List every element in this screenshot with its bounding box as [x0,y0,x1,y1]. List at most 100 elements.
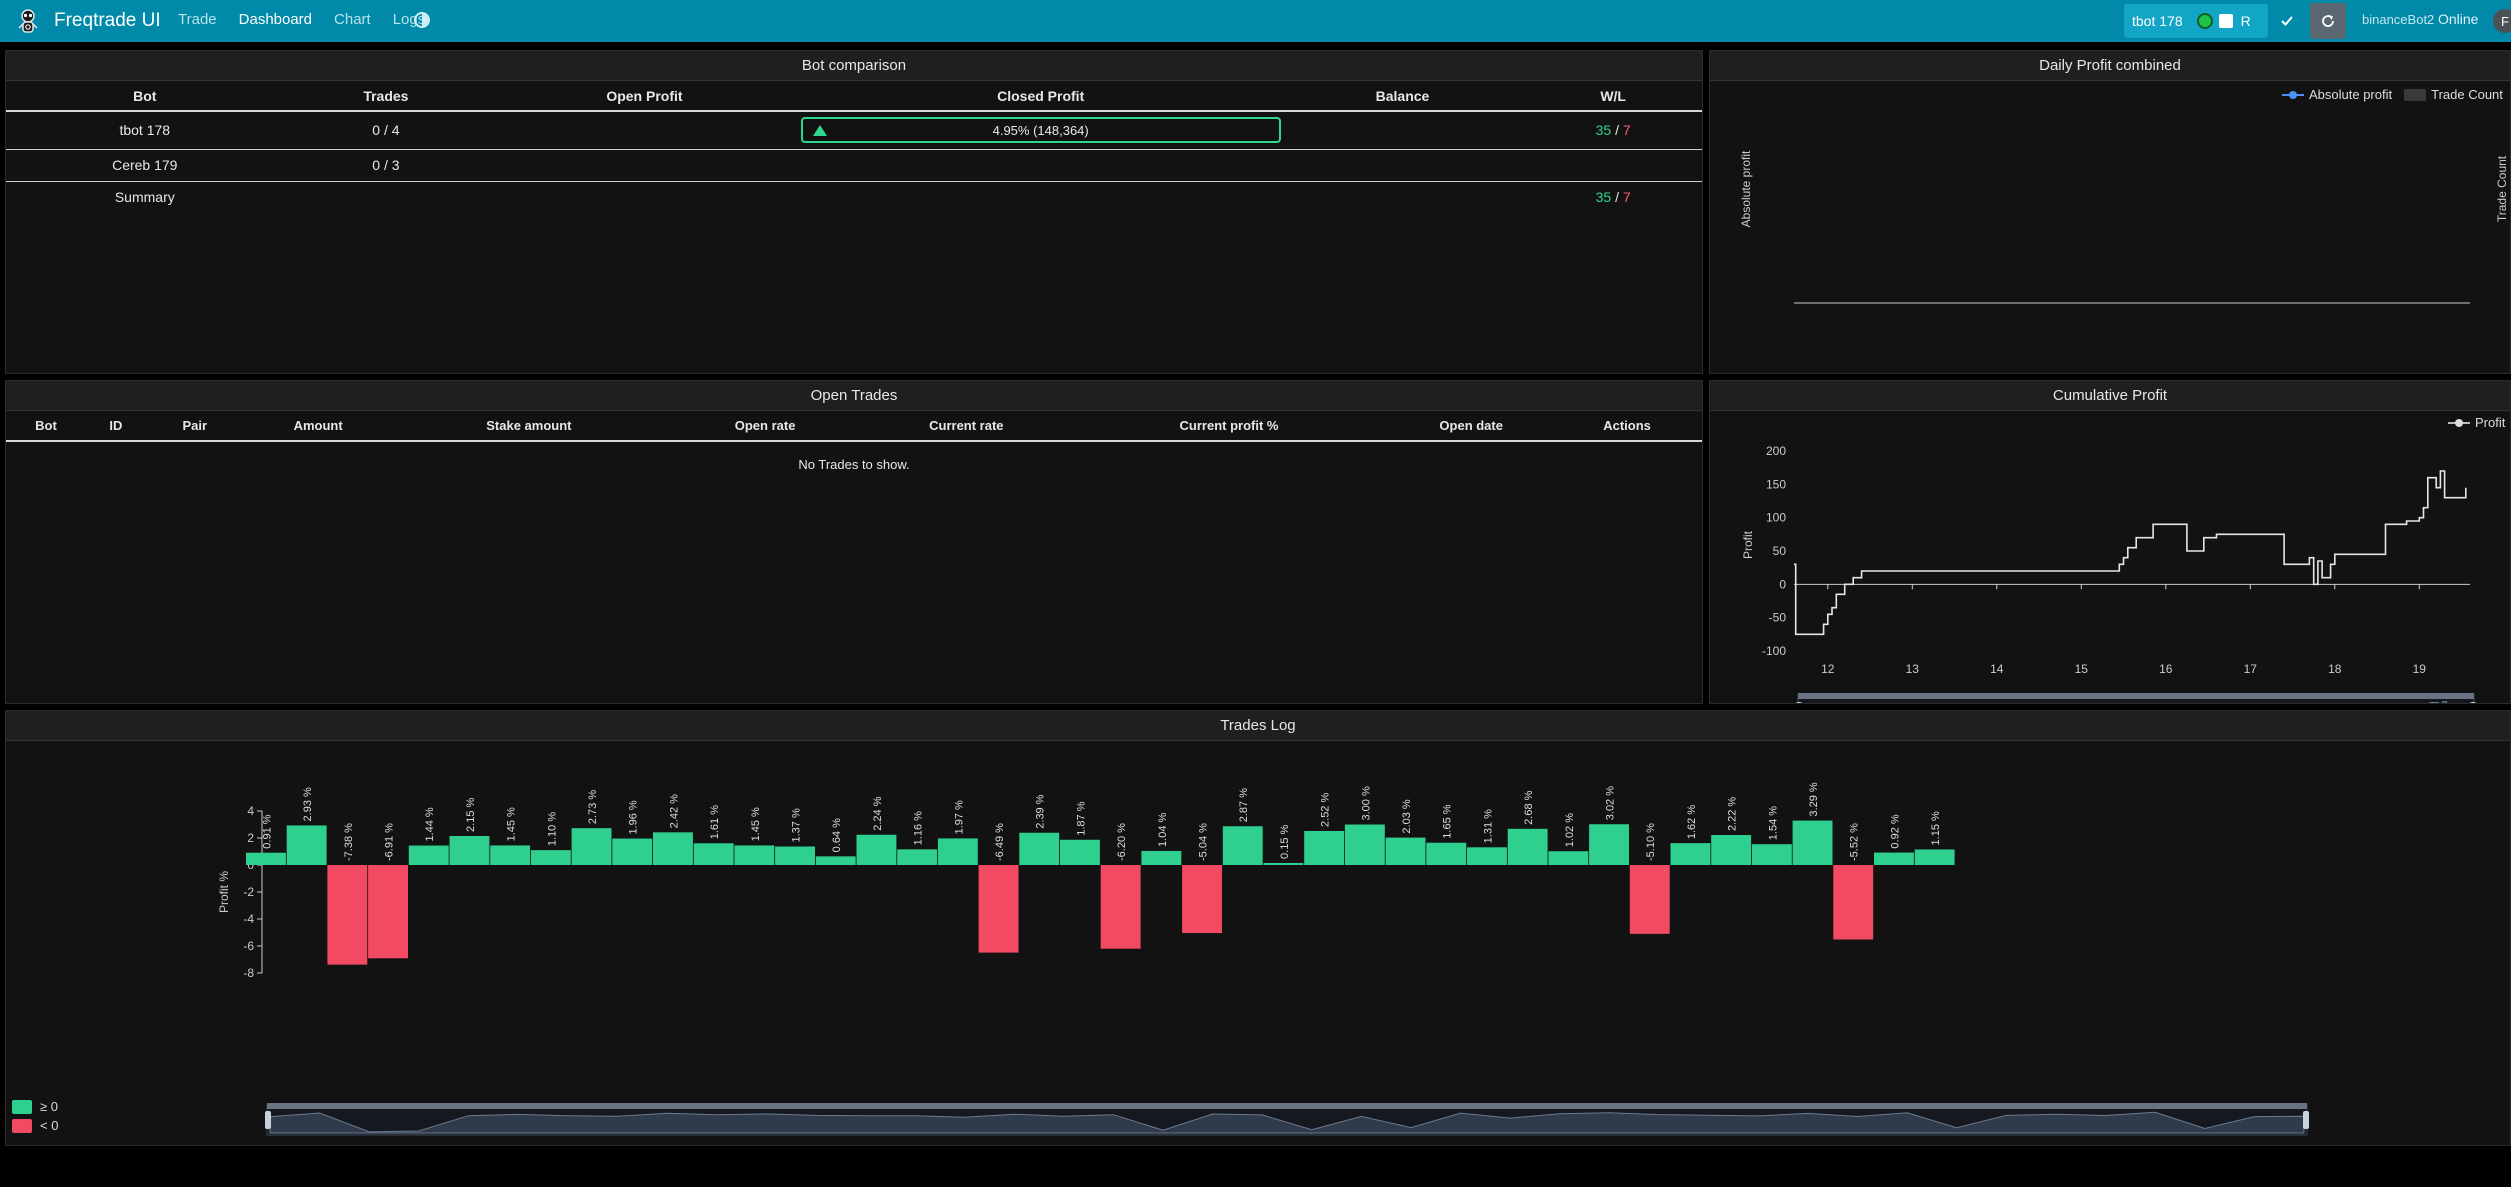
cell-trades: 0 / 4 [283,111,489,150]
trade-bar [937,838,978,865]
legend-item-positive[interactable]: ≥ 0 [12,1099,58,1114]
trade-bar [327,865,368,965]
bar-data-label: 2.42 % [668,794,680,828]
select-all-button[interactable] [2272,6,2302,36]
theme-toggle-icon[interactable] [414,12,430,28]
data-zoom-slider[interactable] [1796,693,2476,703]
trade-bar [1100,865,1141,949]
x-tick-label: 12 [1821,662,1835,676]
legend-positive-swatch [12,1099,32,1114]
trade-bar [1263,862,1304,865]
cell-closed-profit: 4.95% (148,364) [800,111,1281,150]
trade-bar [1589,824,1629,865]
trade-bar [246,852,286,865]
bar-data-label: 1.61 % [709,805,721,839]
col-header-trades[interactable]: Trades [283,81,489,112]
table-row[interactable]: Cereb 179 0 / 3 [6,149,1702,182]
col-header-stake-amount[interactable]: Stake amount [392,411,666,442]
bar-data-label: 2.87 % [1238,788,1250,822]
trade-bar [286,825,327,865]
closed-profit-badge: 4.95% (148,364) [800,117,1281,144]
trade-bar [490,845,531,865]
bot-selector[interactable]: tbot 178 R [2124,4,2268,38]
trade-bar [978,865,1019,953]
summary-row: Summary 35 / 7 [6,181,1702,213]
x-tick-label: 17 [2244,662,2258,676]
closed-profit-value: 4.95% (148,364) [992,122,1089,138]
y-tick-label: 0 [1779,577,1786,591]
bar-data-label: 2.93 % [302,787,314,821]
y-tick-label: 2 [247,831,254,845]
bar-data-label: 1.96 % [628,800,640,834]
x-tick-label: 13 [1906,662,1920,676]
bar-data-label: 1.45 % [506,807,518,841]
bar-data-label: 2.22 % [1727,797,1739,831]
nav-link-trade[interactable]: Trade [178,10,217,30]
bar-data-label: 1.45 % [750,807,762,841]
col-header-open-rate[interactable]: Open rate [665,411,865,442]
cell-wl [1524,149,1702,182]
cell-open-profit [488,111,801,150]
trade-bar [1548,851,1589,865]
refresh-button[interactable] [2310,3,2346,39]
bar-data-label: 0.64 % [831,818,843,852]
bar-data-label: -5.10 % [1645,823,1657,861]
trade-bar [1304,830,1345,865]
col-header-pair[interactable]: Pair [145,411,244,442]
bar-data-label: -6.49 % [994,823,1006,861]
bot-select-checkbox[interactable] [2218,14,2233,28]
bot-name: binanceBot2 [2362,12,2435,27]
trade-bar [1507,828,1548,865]
trade-bar [1182,865,1222,934]
col-header-actions[interactable]: Actions [1552,411,1702,442]
col-header-amount[interactable]: Amount [243,411,393,442]
bot-comparison-title: Bot comparison [6,51,1702,81]
bar-data-label: 0.91 % [261,814,273,848]
nav-link-chart[interactable]: Chart [334,10,371,30]
trade-bar [1344,824,1385,865]
bar-data-label: 2.39 % [1035,794,1047,828]
zoom-handle-left [265,1111,271,1129]
cell-balance [1280,149,1525,182]
bar-data-label: 1.31 % [1482,809,1494,843]
col-header-balance[interactable]: Balance [1280,81,1525,112]
y-tick-label: -6 [243,939,254,953]
summary-losses: 7 [1622,189,1631,206]
trade-bar [1874,852,1914,865]
profit-up-icon [812,125,827,137]
trade-bar [734,845,775,865]
col-header-bot[interactable]: Bot [6,411,86,442]
daily-profit-y-right-label: Trade Count [2495,155,2509,222]
col-header-bot[interactable]: Bot [6,81,284,112]
bar-data-label: 0.15 % [1279,825,1291,859]
trade-bar [571,828,612,865]
table-row[interactable]: tbot 178 0 / 4 4.95% (148,364) 35 / 7 [6,111,1702,150]
open-trades-title: Open Trades [6,381,1702,411]
brand[interactable]: Freqtrade UI [14,6,161,36]
nav-links: Trade Dashboard Chart Logs [178,10,447,30]
zoom-handle-right [2303,1111,2309,1129]
checkmark-icon [2281,16,2293,26]
col-header-id[interactable]: ID [85,411,146,442]
col-header-open-date[interactable]: Open date [1390,411,1553,442]
col-header-open-profit[interactable]: Open Profit [488,81,801,112]
col-header-current-rate[interactable]: Current rate [864,411,1068,442]
brand-title: Freqtrade UI [54,10,161,31]
col-header-current-profit[interactable]: Current profit % [1067,411,1391,442]
bar-data-label: 2.73 % [587,790,599,824]
legend-item-negative[interactable]: < 0 [12,1118,58,1133]
data-zoom-slider[interactable] [265,1103,2309,1136]
wl-separator: / [1615,122,1619,139]
cumulative-profit-y-label: Profit [1741,530,1755,559]
cell-wl: 35 / 7 [1524,111,1702,150]
y-tick-label: -8 [243,966,254,980]
bot-comparison-table: Bot Trades Open Profit Closed Profit Bal… [6,81,1702,213]
nav-link-dashboard[interactable]: Dashboard [239,10,312,30]
trade-bar [775,846,815,865]
user-avatar[interactable]: F [2493,9,2511,33]
bar-data-label: 1.54 % [1767,806,1779,840]
cell-balance [1280,111,1525,150]
col-header-closed-profit[interactable]: Closed Profit [800,81,1281,112]
trade-bar [530,850,571,865]
col-header-wl[interactable]: W/L [1524,81,1702,112]
